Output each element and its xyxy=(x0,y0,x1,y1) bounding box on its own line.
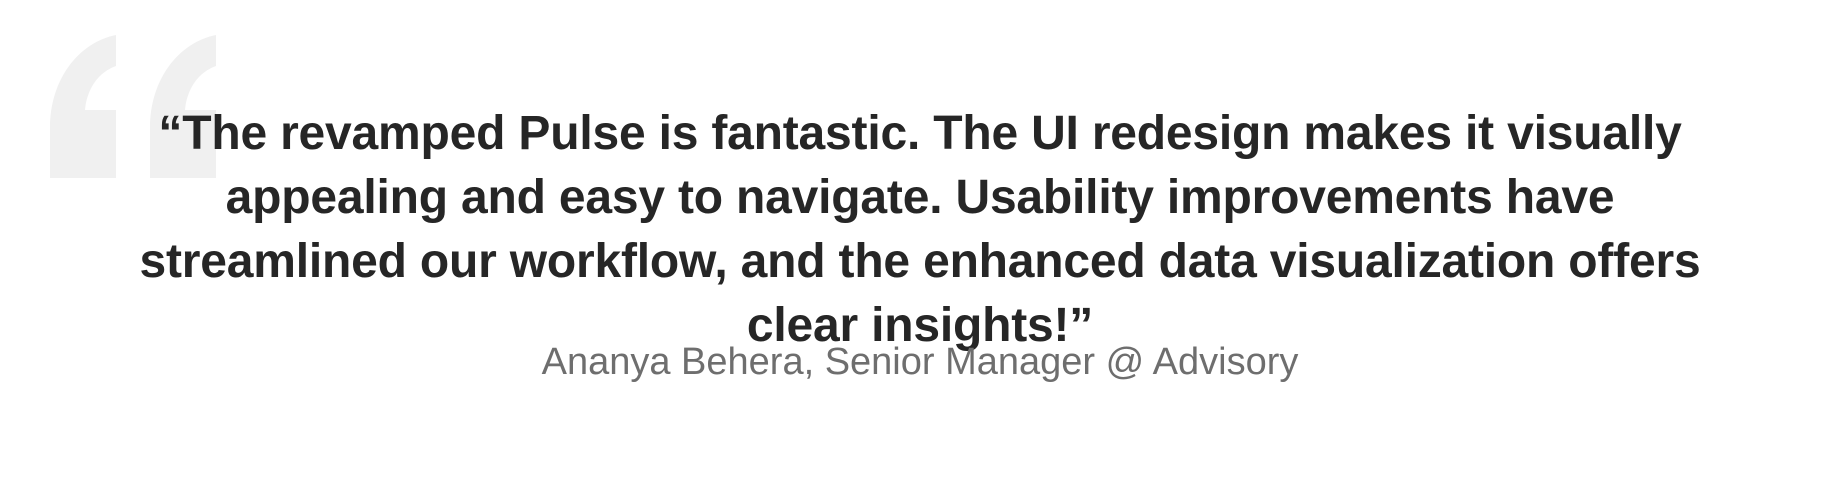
testimonial-card: “The revamped Pulse is fantastic. The UI… xyxy=(0,0,1840,480)
testimonial-attribution: Ananya Behera, Senior Manager @ Advisory xyxy=(541,341,1299,383)
testimonial-quote: “The revamped Pulse is fantastic. The UI… xyxy=(139,107,1701,352)
